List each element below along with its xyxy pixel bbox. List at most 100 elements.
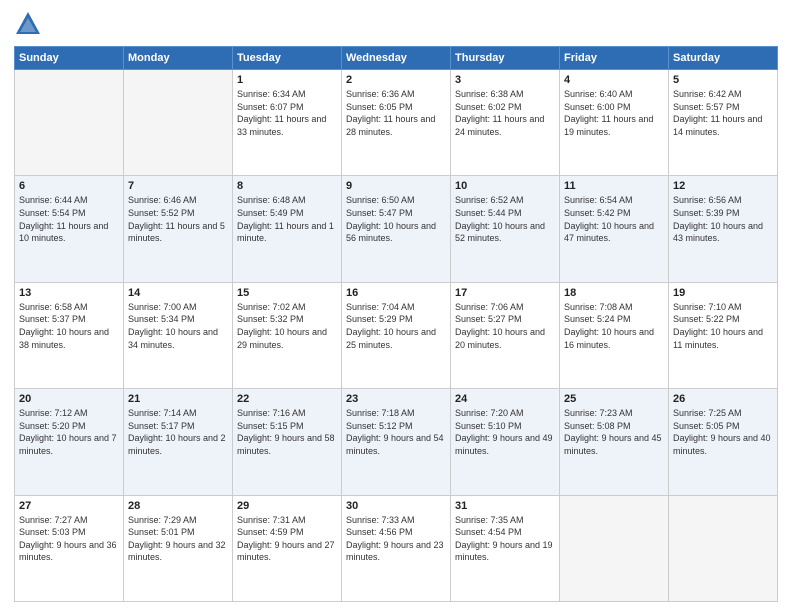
day-cell: 30 Sunrise: 7:33 AM Sunset: 4:56 PM Dayli… — [342, 495, 451, 601]
day-cell — [669, 495, 778, 601]
day-number: 6 — [19, 180, 119, 192]
day-number: 4 — [564, 74, 664, 86]
day-info: Sunrise: 7:00 AM Sunset: 5:34 PM Dayligh… — [128, 301, 228, 351]
day-cell: 27Sunrise: 7:27 AM Sunset: 5:03 PM Dayli… — [15, 495, 124, 601]
day-cell: 29Sunrise: 7:31 AM Sunset: 4:59 PM Dayli… — [233, 495, 342, 601]
day-info: Sunrise: 7:10 AM Sunset: 5:22 PM Dayligh… — [673, 301, 773, 351]
calendar-table: SundayMondayTuesdayWednesdayThursdayFrid… — [14, 46, 778, 602]
day-info: Sunrise: 6:36 AM Sunset: 6:05 PM Dayligh… — [346, 88, 446, 138]
day-info: Sunrise: 6:46 AM Sunset: 5:52 PM Dayligh… — [128, 194, 228, 244]
day-number: 12 — [673, 180, 773, 192]
day-cell: 28Sunrise: 7:29 AM Sunset: 5:01 PM Dayli… — [124, 495, 233, 601]
col-header-monday: Monday — [124, 47, 233, 70]
day-info: Sunrise: 7:14 AM Sunset: 5:17 PM Dayligh… — [128, 407, 228, 457]
logo-icon — [14, 10, 42, 38]
day-info: Sunrise: 7:16 AM Sunset: 5:15 PM Dayligh… — [237, 407, 337, 457]
day-cell: 5Sunrise: 6:42 AM Sunset: 5:57 PM Daylig… — [669, 70, 778, 176]
day-info: Sunrise: 7:06 AM Sunset: 5:27 PM Dayligh… — [455, 301, 555, 351]
day-number: 22 — [237, 393, 337, 405]
day-info: Sunrise: 6:44 AM Sunset: 5:54 PM Dayligh… — [19, 194, 119, 244]
week-row-5: 27Sunrise: 7:27 AM Sunset: 5:03 PM Dayli… — [15, 495, 778, 601]
day-number: 19 — [673, 287, 773, 299]
day-cell: 22 Sunrise: 7:16 AM Sunset: 5:15 PM Dayli… — [233, 389, 342, 495]
day-number: 29 — [237, 500, 337, 512]
day-info: Sunrise: 7:02 AM Sunset: 5:32 PM Dayligh… — [237, 301, 337, 351]
col-header-sunday: Sunday — [15, 47, 124, 70]
col-header-thursday: Thursday — [451, 47, 560, 70]
day-info: Sunrise: 7:04 AM Sunset: 5:29 PM Dayligh… — [346, 301, 446, 351]
header-row: SundayMondayTuesdayWednesdayThursdayFrid… — [15, 47, 778, 70]
day-number: 13 — [19, 287, 119, 299]
day-cell: 14 Sunrise: 7:00 AM Sunset: 5:34 PM Dayli… — [124, 282, 233, 388]
day-number: 2 — [346, 74, 446, 86]
day-number: 15 — [237, 287, 337, 299]
day-info: Sunrise: 7:27 AM Sunset: 5:03 PM Dayligh… — [19, 514, 119, 564]
day-cell: 6 Sunrise: 6:44 AM Sunset: 5:54 PM Daylig… — [15, 176, 124, 282]
day-number: 17 — [455, 287, 555, 299]
day-number: 14 — [128, 287, 228, 299]
day-cell: 9Sunrise: 6:50 AM Sunset: 5:47 PM Daylig… — [342, 176, 451, 282]
day-info: Sunrise: 7:12 AM Sunset: 5:20 PM Dayligh… — [19, 407, 119, 457]
day-number: 18 — [564, 287, 664, 299]
day-cell: 15 Sunrise: 7:02 AM Sunset: 5:32 PM Dayli… — [233, 282, 342, 388]
day-cell: 1Sunrise: 6:34 AM Sunset: 6:07 PM Daylig… — [233, 70, 342, 176]
day-cell — [560, 495, 669, 601]
col-header-tuesday: Tuesday — [233, 47, 342, 70]
week-row-1: 1Sunrise: 6:34 AM Sunset: 6:07 PM Daylig… — [15, 70, 778, 176]
day-info: Sunrise: 6:52 AM Sunset: 5:44 PM Dayligh… — [455, 194, 555, 244]
day-cell: 26Sunrise: 7:25 AM Sunset: 5:05 PM Dayli… — [669, 389, 778, 495]
col-header-friday: Friday — [560, 47, 669, 70]
day-number: 25 — [564, 393, 664, 405]
day-number: 26 — [673, 393, 773, 405]
day-info: Sunrise: 7:29 AM Sunset: 5:01 PM Dayligh… — [128, 514, 228, 564]
day-number: 7 — [128, 180, 228, 192]
day-cell: 20Sunrise: 7:12 AM Sunset: 5:20 PM Dayli… — [15, 389, 124, 495]
day-cell: 25 Sunrise: 7:23 AM Sunset: 5:08 PM Dayli… — [560, 389, 669, 495]
day-number: 5 — [673, 74, 773, 86]
week-row-4: 20Sunrise: 7:12 AM Sunset: 5:20 PM Dayli… — [15, 389, 778, 495]
day-info: Sunrise: 6:56 AM Sunset: 5:39 PM Dayligh… — [673, 194, 773, 244]
day-number: 11 — [564, 180, 664, 192]
day-cell: 10 Sunrise: 6:52 AM Sunset: 5:44 PM Dayli… — [451, 176, 560, 282]
day-cell: 3Sunrise: 6:38 AM Sunset: 6:02 PM Daylig… — [451, 70, 560, 176]
day-number: 10 — [455, 180, 555, 192]
day-info: Sunrise: 6:54 AM Sunset: 5:42 PM Dayligh… — [564, 194, 664, 244]
day-number: 8 — [237, 180, 337, 192]
day-info: Sunrise: 7:23 AM Sunset: 5:08 PM Dayligh… — [564, 407, 664, 457]
day-info: Sunrise: 7:08 AM Sunset: 5:24 PM Dayligh… — [564, 301, 664, 351]
day-info: Sunrise: 6:50 AM Sunset: 5:47 PM Dayligh… — [346, 194, 446, 244]
header — [14, 10, 778, 38]
day-cell: 16 Sunrise: 7:04 AM Sunset: 5:29 PM Dayli… — [342, 282, 451, 388]
week-row-2: 6 Sunrise: 6:44 AM Sunset: 5:54 PM Daylig… — [15, 176, 778, 282]
day-cell: 7 Sunrise: 6:46 AM Sunset: 5:52 PM Daylig… — [124, 176, 233, 282]
day-cell: 13Sunrise: 6:58 AM Sunset: 5:37 PM Dayli… — [15, 282, 124, 388]
col-header-saturday: Saturday — [669, 47, 778, 70]
day-info: Sunrise: 6:48 AM Sunset: 5:49 PM Dayligh… — [237, 194, 337, 244]
day-cell — [124, 70, 233, 176]
day-cell: 18 Sunrise: 7:08 AM Sunset: 5:24 PM Dayli… — [560, 282, 669, 388]
day-cell: 4 Sunrise: 6:40 AM Sunset: 6:00 PM Daylig… — [560, 70, 669, 176]
day-cell: 8 Sunrise: 6:48 AM Sunset: 5:49 PM Daylig… — [233, 176, 342, 282]
day-cell: 12 Sunrise: 6:56 AM Sunset: 5:39 PM Dayli… — [669, 176, 778, 282]
day-number: 16 — [346, 287, 446, 299]
day-info: Sunrise: 7:33 AM Sunset: 4:56 PM Dayligh… — [346, 514, 446, 564]
day-info: Sunrise: 7:20 AM Sunset: 5:10 PM Dayligh… — [455, 407, 555, 457]
day-number: 21 — [128, 393, 228, 405]
page: SundayMondayTuesdayWednesdayThursdayFrid… — [0, 0, 792, 612]
day-info: Sunrise: 7:35 AM Sunset: 4:54 PM Dayligh… — [455, 514, 555, 564]
day-cell: 21 Sunrise: 7:14 AM Sunset: 5:17 PM Dayli… — [124, 389, 233, 495]
day-cell: 11 Sunrise: 6:54 AM Sunset: 5:42 PM Dayli… — [560, 176, 669, 282]
day-cell: 19 Sunrise: 7:10 AM Sunset: 5:22 PM Dayli… — [669, 282, 778, 388]
day-cell: 2 Sunrise: 6:36 AM Sunset: 6:05 PM Daylig… — [342, 70, 451, 176]
day-number: 24 — [455, 393, 555, 405]
day-number: 31 — [455, 500, 555, 512]
day-cell: 23 Sunrise: 7:18 AM Sunset: 5:12 PM Dayli… — [342, 389, 451, 495]
day-info: Sunrise: 6:40 AM Sunset: 6:00 PM Dayligh… — [564, 88, 664, 138]
day-number: 30 — [346, 500, 446, 512]
day-info: Sunrise: 7:18 AM Sunset: 5:12 PM Dayligh… — [346, 407, 446, 457]
day-info: Sunrise: 6:34 AM Sunset: 6:07 PM Dayligh… — [237, 88, 337, 138]
day-number: 23 — [346, 393, 446, 405]
week-row-3: 13Sunrise: 6:58 AM Sunset: 5:37 PM Dayli… — [15, 282, 778, 388]
day-cell: 17 Sunrise: 7:06 AM Sunset: 5:27 PM Dayli… — [451, 282, 560, 388]
day-info: Sunrise: 6:38 AM Sunset: 6:02 PM Dayligh… — [455, 88, 555, 138]
